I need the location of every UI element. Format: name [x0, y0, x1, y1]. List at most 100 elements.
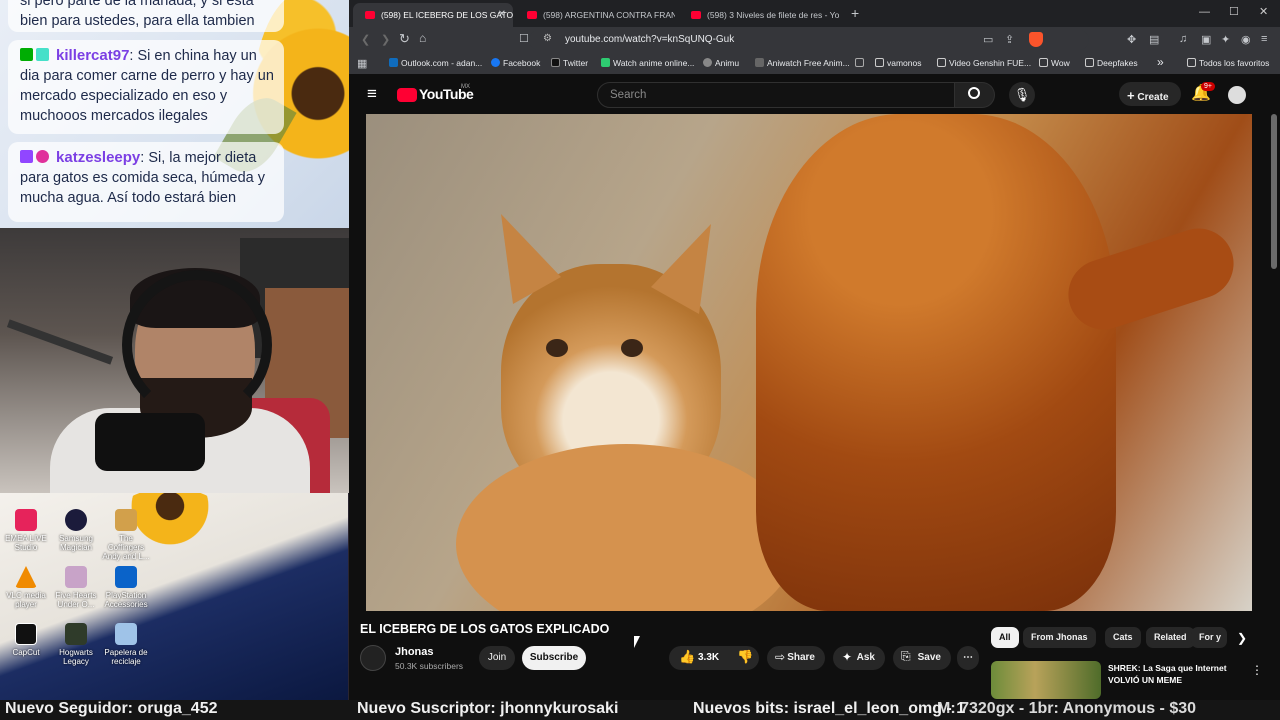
bookmark-item[interactable]: Outlook.com - adan...: [389, 58, 482, 68]
video-title: EL ICEBERG DE LOS GATOS EXPLICADO: [360, 622, 610, 636]
forward-icon[interactable]: ❯: [381, 33, 390, 46]
share-icon[interactable]: ⇪: [1005, 33, 1014, 46]
bookmark-item[interactable]: Facebook: [491, 58, 540, 68]
save-icon: ⎘: [901, 649, 911, 663]
bookmark-folder[interactable]: vamonos: [875, 58, 922, 68]
all-bookmarks-folder[interactable]: Todos los favoritos: [1187, 58, 1269, 68]
wallet-icon[interactable]: ▣: [1201, 33, 1211, 46]
brave-shield-icon[interactable]: [1029, 32, 1043, 47]
cat-eye: [546, 339, 568, 357]
headphones: [122, 270, 272, 420]
tab-iceberg[interactable]: (598) EL ICEBERG DE LOS GATOS ✕: [353, 3, 513, 27]
desktop-icon[interactable]: VLC media player: [0, 566, 52, 609]
notification-count-badge: 9+: [1201, 82, 1215, 91]
music-icon[interactable]: ♫: [1179, 33, 1187, 45]
extensions-icon[interactable]: ✥: [1127, 33, 1136, 46]
desktop-icon[interactable]: EMEA LIVE Studio: [0, 509, 52, 552]
ask-button[interactable]: Ask: [833, 646, 885, 670]
like-icon[interactable]: 👍: [679, 649, 695, 665]
mic-arm: [6, 319, 114, 365]
desktop-icon[interactable]: Hogwarts Legacy: [50, 623, 102, 666]
chip-cats[interactable]: Cats: [1105, 627, 1141, 648]
bookmark-folder[interactable]: Video Genshin FUE...: [937, 58, 1031, 68]
desktop-icon[interactable]: Samsung Magician: [50, 509, 102, 552]
new-tab-button[interactable]: +: [851, 5, 859, 21]
hamburger-menu-icon[interactable]: ≡: [367, 84, 377, 104]
like-count[interactable]: 3.3K: [698, 652, 719, 663]
youtube-logo-icon[interactable]: [397, 88, 417, 102]
avatar[interactable]: [1228, 86, 1246, 104]
chevron-right-icon[interactable]: ❯: [1237, 631, 1247, 645]
app-icon: [15, 509, 37, 531]
video-player[interactable]: [366, 114, 1252, 611]
url-text: youtube.com/watch?v=knSqUNQ-Guk: [565, 34, 735, 45]
voice-search-icon[interactable]: 🎙: [1009, 82, 1035, 108]
bookmark-item[interactable]: [855, 58, 867, 68]
create-button[interactable]: + Create: [1119, 82, 1181, 106]
join-button[interactable]: Join: [479, 646, 515, 670]
mod-badge-icon: [20, 48, 33, 61]
channel-name[interactable]: Jhonas: [395, 646, 434, 658]
recommended-thumbnail[interactable]: [991, 661, 1101, 699]
scrollbar[interactable]: [1271, 114, 1277, 269]
sidebar-icon[interactable]: ▤: [1149, 33, 1159, 46]
chip-all[interactable]: All: [991, 627, 1019, 648]
bookmark-item[interactable]: Aniwatch Free Anim...: [755, 58, 850, 68]
apps-grid-icon[interactable]: ▦: [357, 57, 367, 70]
link-icon: [855, 58, 864, 67]
chip-from-jhonas[interactable]: From Jhonas: [1023, 627, 1096, 648]
site-info-icon[interactable]: ⚙: [543, 33, 552, 44]
channel-avatar[interactable]: [360, 645, 386, 671]
desktop-icon[interactable]: Papelera de reciclaje: [100, 623, 152, 666]
dislike-icon[interactable]: 👎: [737, 649, 753, 665]
bookmark-folder[interactable]: Wow: [1039, 58, 1070, 68]
more-actions-button[interactable]: ⋯: [957, 646, 979, 670]
menu-icon[interactable]: ≡: [1261, 33, 1267, 45]
back-icon[interactable]: ❮: [361, 33, 370, 46]
app-icon: [115, 509, 137, 531]
bookmark-item[interactable]: Animu: [703, 58, 739, 68]
search-icon: [968, 87, 980, 99]
close-tab-icon[interactable]: ✕: [498, 9, 506, 20]
chip-related[interactable]: Related: [1146, 627, 1195, 648]
bookmark-icon[interactable]: ☐: [519, 32, 529, 45]
recycle-bin-icon: [115, 623, 137, 645]
more-bookmarks-icon[interactable]: »: [1157, 55, 1164, 69]
vpn-icon[interactable]: ◉: [1241, 33, 1251, 46]
browser-toolbar: ❮ ❯ ↻ ⌂ ☐ ⚙ youtube.com/watch?v=knSqUNQ-…: [349, 27, 1280, 53]
capcut-icon: [15, 623, 37, 645]
folder-icon: [937, 58, 946, 67]
tab-filete[interactable]: (598) 3 Niveles de filete de res - YouT: [679, 3, 839, 27]
chat-message: katzesleepy: Si, la mejor dieta para gat…: [8, 142, 284, 222]
reload-icon[interactable]: ↻: [399, 31, 410, 47]
sparkle-icon: ✦: [842, 650, 853, 664]
bookmark-item[interactable]: Twitter: [551, 58, 588, 68]
desktop-icon[interactable]: CapCut: [0, 623, 52, 657]
subscribe-button[interactable]: Subscribe: [522, 646, 586, 670]
recommended-title[interactable]: SHREK: La Saga que Internet VOLVIÓ UN ME…: [1108, 662, 1248, 686]
maximize-icon[interactable]: ☐: [1229, 5, 1239, 18]
chip-for-you[interactable]: For y: [1191, 627, 1227, 648]
chat-username[interactable]: katzesleepy: [56, 149, 140, 166]
minimize-icon[interactable]: —: [1199, 6, 1210, 18]
ai-icon[interactable]: ✦: [1221, 33, 1230, 46]
bookmark-folder[interactable]: Deepfakes: [1085, 58, 1138, 68]
close-window-icon[interactable]: ✕: [1259, 5, 1268, 18]
video-info-area: EL ICEBERG DE LOS GATOS EXPLICADO Jhonas…: [349, 611, 1280, 700]
screen-cast-icon[interactable]: ▭: [983, 33, 993, 46]
twitter-icon: [551, 58, 560, 67]
more-options-icon[interactable]: ⋮: [1251, 663, 1263, 677]
desktop-icon[interactable]: PlayStation Accessories: [100, 566, 152, 609]
stream-ticker: Nuevo Seguidor: oruga_452 Nuevo Suscript…: [0, 700, 1280, 720]
search-input[interactable]: Search: [597, 82, 955, 108]
desktop-icon[interactable]: Five Hearts Under O...: [50, 566, 102, 609]
desktop-icon[interactable]: The Coffingers Andy and L...: [100, 509, 152, 561]
chat-username[interactable]: killercat97: [56, 47, 129, 64]
aniwatch-icon: [755, 58, 764, 67]
heart-badge-icon: [36, 150, 49, 163]
facebook-icon: [491, 58, 500, 67]
tab-argentina[interactable]: (598) ARGENTINA CONTRA FRANCIA: [515, 3, 675, 27]
bookmark-item[interactable]: Watch anime online...: [601, 58, 694, 68]
search-button[interactable]: [955, 82, 995, 108]
home-icon[interactable]: ⌂: [419, 31, 426, 45]
